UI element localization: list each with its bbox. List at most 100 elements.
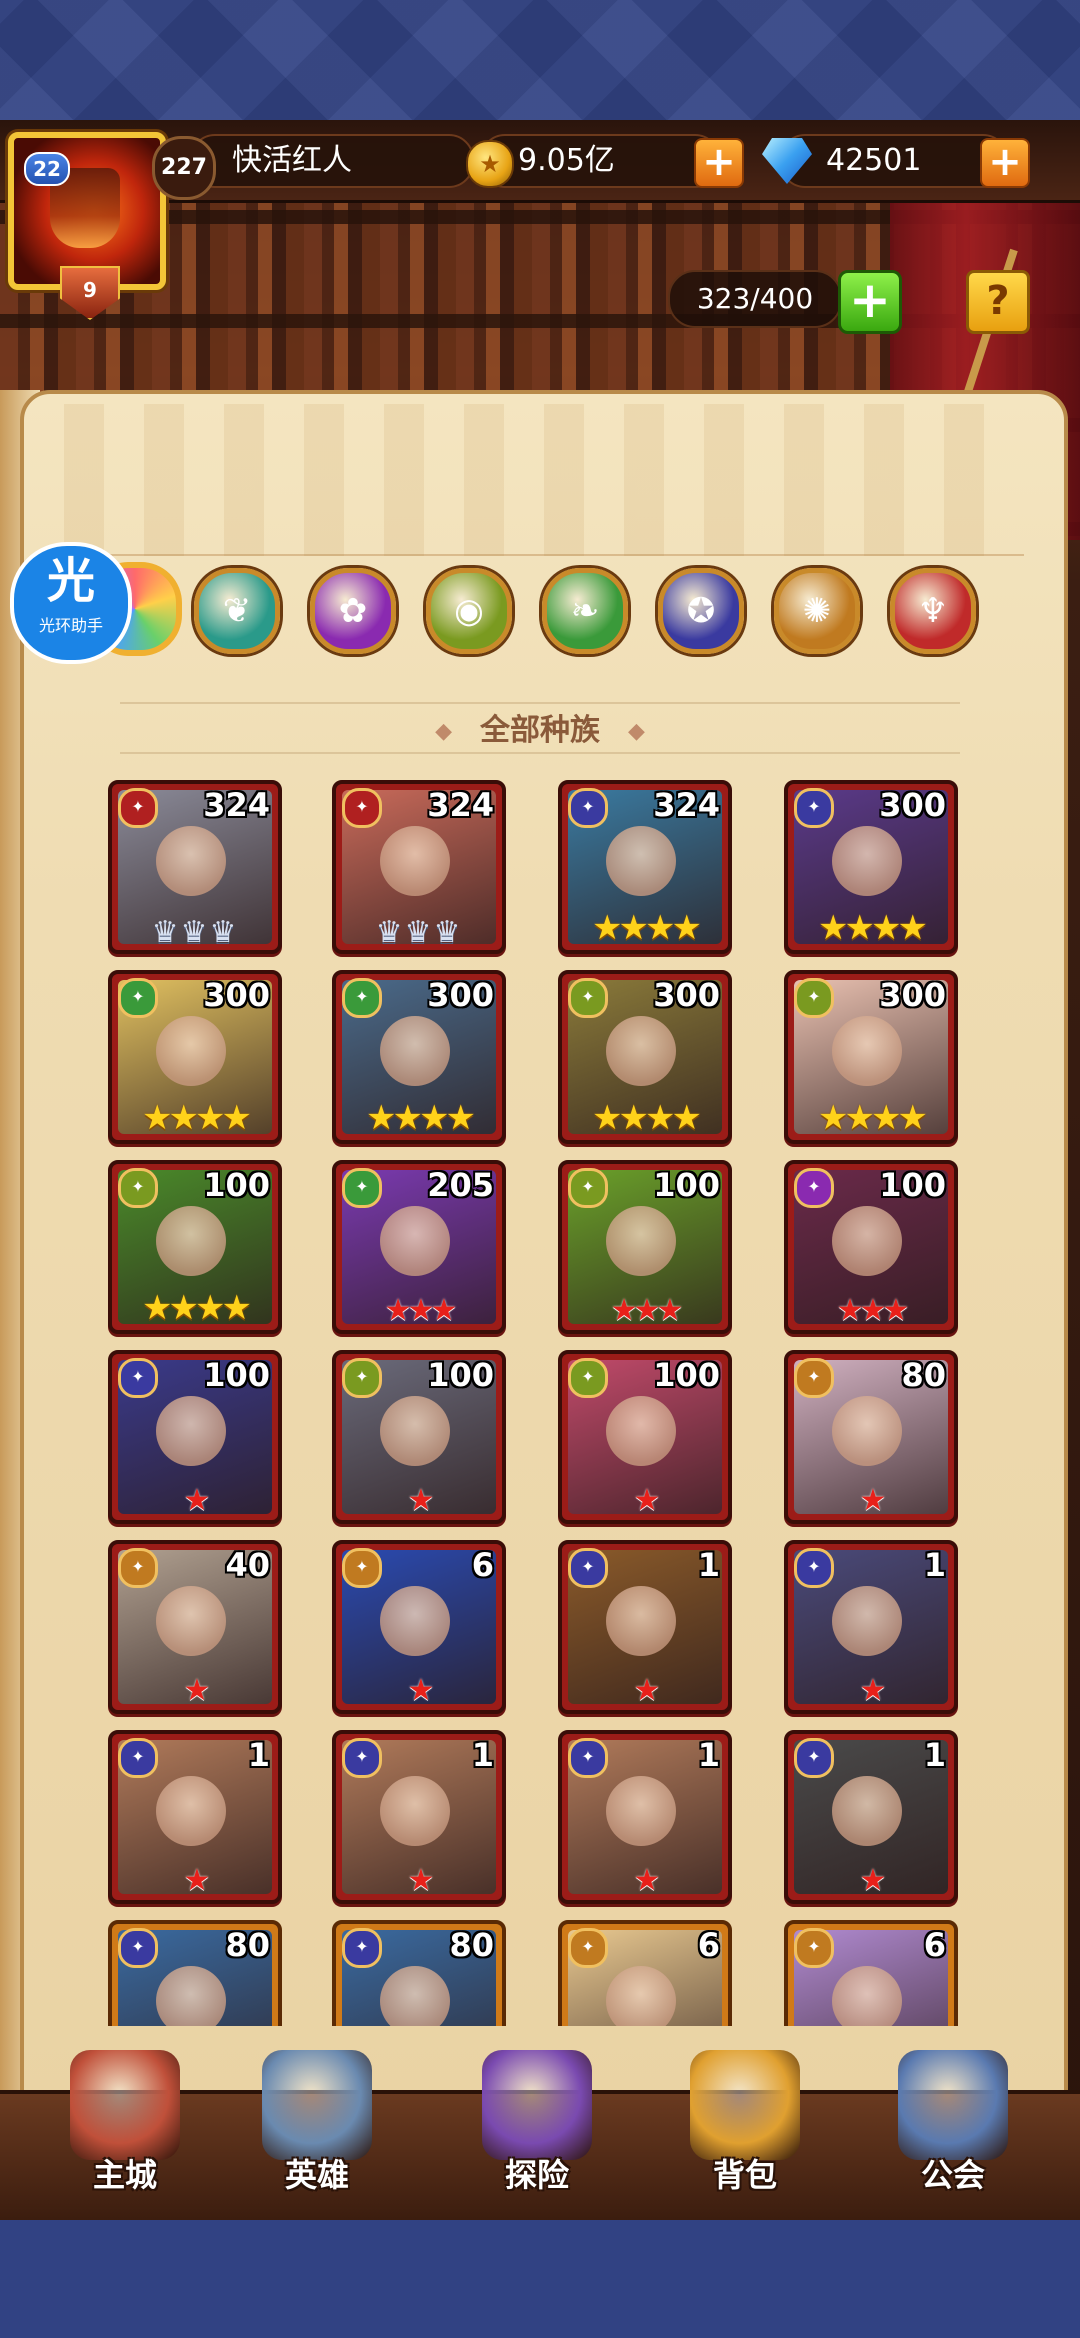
hero-race-icon: ✦ <box>342 978 382 1018</box>
hero-card[interactable]: ✦ 1 ★ <box>108 1730 282 1904</box>
hero-star-rank: ★ <box>633 1483 661 1518</box>
hero-card[interactable]: ✦ 324 ★★★★ <box>558 780 732 954</box>
hero-level: 205 <box>427 1166 494 1204</box>
hero-card[interactable]: ✦ 300 ★★★★ <box>332 970 506 1144</box>
hero-level: 100 <box>203 1356 270 1394</box>
buy-diamond-button[interactable]: + <box>980 138 1030 188</box>
hero-card[interactable]: ✦ 6 <box>784 1920 958 2026</box>
hero-star-rank: ★★★★ <box>818 908 928 948</box>
hero-race-icon: ✦ <box>118 978 158 1018</box>
halo-assistant-glyph: 光 <box>46 553 95 609</box>
hero-card[interactable]: ✦ 80 <box>108 1920 282 2026</box>
hero-star-rank: ★★★ <box>384 1293 458 1328</box>
player-avatar[interactable]: 22 9 <box>8 132 166 320</box>
hero-face <box>380 826 450 896</box>
hero-card[interactable]: ✦ 300 ★★★★ <box>108 970 282 1144</box>
race-filter-abyss[interactable]: ✿ <box>310 568 396 654</box>
hero-card[interactable]: ✦ 100 ★ <box>332 1350 506 1524</box>
hero-race-icon: ✦ <box>794 1738 834 1778</box>
hero-card[interactable]: ✦ 1 ★ <box>332 1730 506 1904</box>
hero-face <box>832 1776 902 1846</box>
hero-card[interactable]: ✦ 6 ★ <box>332 1540 506 1714</box>
hero-card[interactable]: ✦ 40 ★ <box>108 1540 282 1714</box>
hero-level: 6 <box>697 1926 720 1964</box>
hero-card[interactable]: ✦ 100 ★★★ <box>558 1160 732 1334</box>
hero-star-rank: ★ <box>633 1863 661 1898</box>
hero-star-rank: ★ <box>183 1673 211 1708</box>
hero-star-rank: ★★★★ <box>142 1288 252 1328</box>
hero-star-rank: ★ <box>407 1673 435 1708</box>
hero-face <box>156 1206 226 1276</box>
nav-guild-tower[interactable]: 公会 <box>868 2040 1038 2210</box>
hero-face <box>156 1016 226 1086</box>
halo-assistant-badge[interactable]: 光 光环助手 <box>10 542 132 664</box>
hero-race-icon: ✦ <box>342 788 382 828</box>
race-filter-shadow[interactable]: ✪ <box>658 568 744 654</box>
hero-face <box>606 1016 676 1086</box>
hero-level: 1 <box>697 1546 720 1584</box>
castle-icon <box>70 2050 180 2160</box>
hero-race-icon: ✦ <box>118 1928 158 1968</box>
book-ornament <box>64 404 1024 556</box>
hero-level: 6 <box>923 1926 946 1964</box>
race-filter-fortress[interactable]: ◉ <box>426 568 512 654</box>
hero-star-rank: ★ <box>407 1863 435 1898</box>
hero-card[interactable]: ✦ 100 ★ <box>108 1350 282 1524</box>
hero-face <box>606 1396 676 1466</box>
hero-star-rank: ★ <box>183 1483 211 1518</box>
hero-star-rank: ★ <box>183 1863 211 1898</box>
nav-backpack[interactable]: 背包 <box>660 2040 830 2210</box>
hero-face <box>156 1776 226 1846</box>
nav-label: 背包 <box>712 2156 777 2194</box>
hero-card[interactable]: ✦ 1 ★ <box>558 1730 732 1904</box>
hero-card[interactable]: ✦ 80 <box>332 1920 506 2026</box>
hero-face <box>156 1586 226 1656</box>
diamond-pill: 42501 <box>780 134 1008 188</box>
hero-level: 1 <box>697 1736 720 1774</box>
hero-card[interactable]: ✦ 324 ♛♛♛ <box>332 780 506 954</box>
hero-card[interactable]: ✦ 1 ★ <box>784 1540 958 1714</box>
nav-hero-portrait[interactable]: 英雄 <box>232 2040 402 2210</box>
backpack-icon <box>690 2050 800 2160</box>
hero-card[interactable]: ✦ 1 ★ <box>784 1730 958 1904</box>
expand-capacity-button[interactable]: + <box>838 270 902 334</box>
gold-amount: 9.05亿 <box>518 143 615 178</box>
player-power-badge: 227 <box>152 136 216 200</box>
race-filter-light[interactable]: ✺ <box>774 568 860 654</box>
hero-race-icon: ✦ <box>568 978 608 1018</box>
hero-card[interactable]: ✦ 1 ★ <box>558 1540 732 1714</box>
hero-card[interactable]: ✦ 324 ♛♛♛ <box>108 780 282 954</box>
hero-level: 324 <box>203 786 270 824</box>
hero-level: 300 <box>879 976 946 1014</box>
race-filter-dark[interactable]: ♆ <box>890 568 976 654</box>
hero-card[interactable]: ✦ 100 ★★★ <box>784 1160 958 1334</box>
hero-level: 100 <box>653 1356 720 1394</box>
hero-card[interactable]: ✦ 100 ★ <box>558 1350 732 1524</box>
hero-card[interactable]: ✦ 300 ★★★★ <box>784 780 958 954</box>
hero-level: 324 <box>653 786 720 824</box>
nav-label: 英雄 <box>284 2156 349 2194</box>
hero-race-icon: ✦ <box>568 1928 608 1968</box>
nav-label: 探险 <box>504 2156 569 2194</box>
hero-race-icon: ✦ <box>568 1548 608 1588</box>
race-filter-title[interactable]: ◆ 全部种族 ◆ <box>0 705 1080 749</box>
race-filter-forest[interactable]: ❦ <box>194 568 280 654</box>
hero-card[interactable]: ✦ 300 ★★★★ <box>784 970 958 1144</box>
hero-face <box>380 1586 450 1656</box>
hero-race-icon: ✦ <box>568 1168 608 1208</box>
hero-card[interactable]: ✦ 6 <box>558 1920 732 2026</box>
portal-icon <box>482 2050 592 2160</box>
hero-card[interactable]: ✦ 300 ★★★★ <box>558 970 732 1144</box>
hero-face <box>606 1586 676 1656</box>
nav-castle[interactable]: 主城 <box>40 2040 210 2210</box>
hero-face <box>606 1776 676 1846</box>
hero-card[interactable]: ✦ 100 ★★★★ <box>108 1160 282 1334</box>
race-filter-nature[interactable]: ❧ <box>542 568 628 654</box>
help-button[interactable]: ? <box>966 270 1030 334</box>
buy-gold-button[interactable]: + <box>694 138 744 188</box>
hero-card[interactable]: ✦ 205 ★★★ <box>332 1160 506 1334</box>
hero-star-rank: ★ <box>859 1483 887 1518</box>
hero-card[interactable]: ✦ 80 ★ <box>784 1350 958 1524</box>
nav-portal[interactable]: 探险 <box>452 2040 622 2210</box>
hero-level: 100 <box>203 1166 270 1204</box>
